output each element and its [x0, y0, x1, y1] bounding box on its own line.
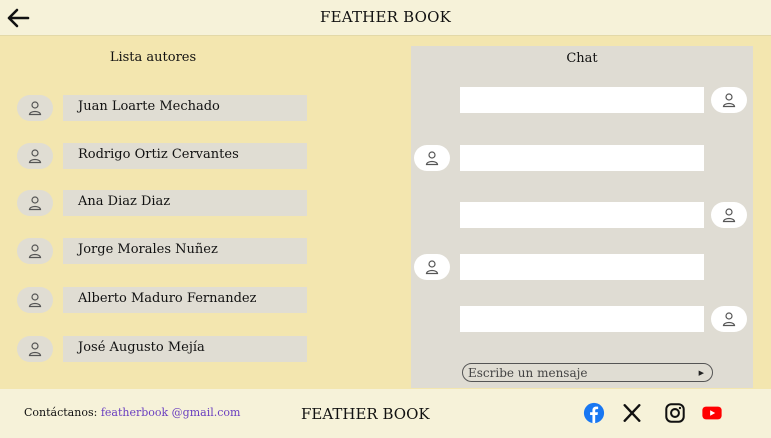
contact-info: Contáctanos: featherbook @gmail.com: [24, 406, 240, 419]
author-item[interactable]: José Augusto Mejía: [17, 336, 307, 364]
user-icon: [722, 312, 736, 327]
footer-bar: Contáctanos: featherbook @gmail.com FEAT…: [0, 389, 771, 438]
author-name[interactable]: Juan Loarte Mechado: [63, 95, 307, 121]
author-name[interactable]: Alberto Maduro Fernandez: [63, 287, 307, 313]
chat-message: [460, 306, 704, 332]
author-item[interactable]: Jorge Morales Nuñez: [17, 238, 307, 266]
chat-message: [460, 145, 704, 171]
user-icon: [28, 293, 42, 308]
user-icon: [425, 151, 439, 166]
contact-label: Contáctanos:: [24, 406, 98, 419]
message-input[interactable]: [468, 365, 699, 380]
footer-title: FEATHER BOOK: [301, 405, 430, 423]
x-icon[interactable]: [621, 402, 643, 424]
avatar: [711, 202, 747, 228]
avatar: [414, 145, 450, 171]
author-name[interactable]: Ana Diaz Diaz: [63, 190, 307, 216]
chat-title: Chat: [566, 51, 598, 66]
chat-message: [460, 254, 704, 280]
avatar: [711, 87, 747, 113]
user-icon: [722, 208, 736, 223]
send-arrow-icon[interactable]: ▶: [699, 369, 704, 377]
author-item[interactable]: Ana Diaz Diaz: [17, 190, 307, 218]
author-name[interactable]: Jorge Morales Nuñez: [63, 238, 307, 264]
user-icon: [28, 342, 42, 357]
header-bar: FEATHER BOOK: [0, 0, 771, 36]
user-icon: [28, 244, 42, 259]
user-icon: [28, 101, 42, 116]
avatar: [17, 190, 53, 216]
avatar: [17, 287, 53, 313]
author-item[interactable]: Rodrigo Ortiz Cervantes: [17, 143, 307, 171]
author-name[interactable]: Rodrigo Ortiz Cervantes: [63, 143, 307, 169]
chat-panel: Chat ▶: [411, 46, 753, 388]
author-name[interactable]: José Augusto Mejía: [63, 336, 307, 362]
app-title: FEATHER BOOK: [320, 8, 451, 26]
avatar: [17, 95, 53, 121]
author-item[interactable]: Juan Loarte Mechado: [17, 95, 307, 123]
message-input-bar: ▶: [462, 363, 713, 382]
avatar: [414, 254, 450, 280]
user-icon: [425, 260, 439, 275]
chat-message: [460, 202, 704, 228]
avatar: [17, 238, 53, 264]
avatar: [17, 336, 53, 362]
avatar: [17, 143, 53, 169]
chat-message: [460, 87, 704, 113]
user-icon: [28, 149, 42, 164]
avatar: [711, 306, 747, 332]
author-item[interactable]: Alberto Maduro Fernandez: [17, 287, 307, 315]
user-icon: [28, 196, 42, 211]
youtube-icon[interactable]: [701, 402, 723, 424]
user-icon: [722, 93, 736, 108]
instagram-icon[interactable]: [664, 402, 686, 424]
facebook-icon[interactable]: [583, 402, 605, 424]
authors-list-title: Lista autores: [109, 50, 197, 65]
contact-email-link[interactable]: featherbook @gmail.com: [101, 406, 241, 419]
